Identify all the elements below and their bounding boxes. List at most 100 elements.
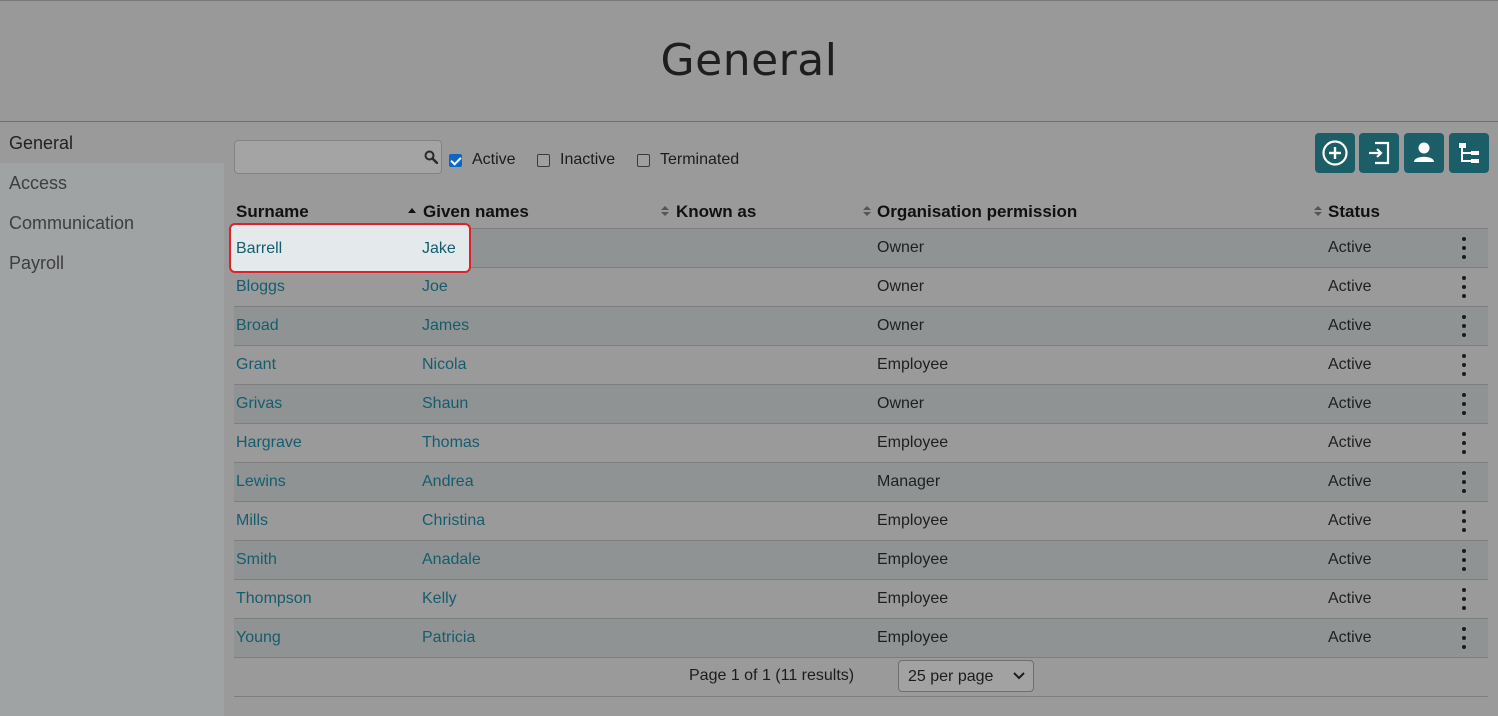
surname-cell[interactable]: Broad — [236, 317, 279, 335]
status-cell: Active — [1328, 278, 1372, 295]
sort-icon[interactable] — [863, 206, 871, 216]
status-cell: Active — [1328, 356, 1372, 373]
org-chart-button[interactable] — [1449, 133, 1489, 173]
import-icon — [1369, 141, 1390, 165]
highlighted-surname[interactable]: Barrell — [236, 240, 282, 258]
status-cell: Active — [1328, 629, 1372, 646]
permission-cell: Employee — [877, 356, 949, 373]
inactive-checkbox[interactable] — [537, 153, 550, 167]
permission-cell: Employee — [877, 551, 949, 568]
sidebar-item-communication[interactable]: Communication — [0, 203, 224, 243]
surname-cell[interactable]: Smith — [236, 551, 277, 569]
more-options-icon[interactable] — [1456, 354, 1472, 376]
sort-asc-icon[interactable] — [408, 207, 416, 217]
table-header: Surname Given names Known as Organisatio… — [234, 195, 1488, 229]
kebab-dot — [1462, 285, 1466, 289]
surname-cell[interactable]: Bloggs — [236, 278, 285, 296]
table-row[interactable]: Grivas Shaun Owner Active — [234, 385, 1488, 424]
table-row[interactable]: Grant Nicola Employee Active — [234, 346, 1488, 385]
more-options-icon[interactable] — [1456, 393, 1472, 415]
search-icon[interactable] — [424, 150, 438, 164]
surname-cell[interactable]: Thompson — [236, 590, 312, 608]
surname-cell[interactable]: Young — [236, 629, 281, 647]
status-cell: Active — [1328, 434, 1372, 451]
table-row[interactable]: Hargrave Thomas Employee Active — [234, 424, 1488, 463]
surname-cell[interactable]: Grant — [236, 356, 276, 374]
person-button[interactable] — [1404, 133, 1444, 173]
more-options-icon[interactable] — [1456, 237, 1472, 259]
table-row[interactable]: Mills Christina Employee Active — [234, 502, 1488, 541]
table-row[interactable]: Broad James Owner Active — [234, 307, 1488, 346]
col-known-as[interactable]: Known as — [676, 202, 756, 222]
kebab-dot — [1462, 441, 1466, 445]
status-cell: Active — [1328, 317, 1372, 334]
surname-cell[interactable]: Grivas — [236, 395, 282, 413]
kebab-dot — [1462, 528, 1466, 532]
col-status[interactable]: Status — [1328, 202, 1380, 222]
kebab-dot — [1462, 471, 1466, 475]
filter-terminated[interactable]: Terminated — [637, 151, 739, 169]
kebab-dot — [1462, 606, 1466, 610]
permission-cell: Owner — [877, 317, 925, 334]
kebab-dot — [1462, 333, 1466, 337]
more-options-icon[interactable] — [1456, 627, 1472, 649]
table-row[interactable]: Young Patricia Employee Active — [234, 619, 1488, 658]
given-names-cell[interactable]: Andrea — [422, 473, 474, 491]
kebab-dot — [1462, 450, 1466, 454]
given-names-cell[interactable]: Patricia — [422, 629, 475, 647]
kebab-dot — [1462, 246, 1466, 250]
active-checkbox[interactable] — [449, 153, 462, 167]
given-names-cell[interactable]: Christina — [422, 512, 485, 530]
more-options-icon[interactable] — [1456, 315, 1472, 337]
surname-cell[interactable]: Mills — [236, 512, 268, 530]
terminated-checkbox[interactable] — [637, 153, 650, 167]
status-cell: Active — [1328, 395, 1372, 412]
more-options-icon[interactable] — [1456, 432, 1472, 454]
highlighted-given-name[interactable]: Jake — [422, 240, 456, 258]
highlighted-row[interactable]: Barrell Jake — [233, 231, 467, 267]
permission-cell: Owner — [877, 395, 925, 412]
given-names-cell[interactable]: James — [422, 317, 469, 335]
kebab-dot — [1462, 645, 1466, 649]
more-options-icon[interactable] — [1456, 588, 1472, 610]
col-organisation-permission[interactable]: Organisation permission — [877, 202, 1077, 222]
more-options-icon[interactable] — [1456, 471, 1472, 493]
per-page-select[interactable]: 25 per page — [898, 660, 1034, 692]
col-surname[interactable]: Surname — [236, 202, 309, 222]
permission-cell: Employee — [877, 512, 949, 529]
kebab-dot — [1462, 567, 1466, 571]
kebab-dot — [1462, 315, 1466, 319]
table-row[interactable]: Smith Anadale Employee Active — [234, 541, 1488, 580]
sidebar-item-access[interactable]: Access — [0, 163, 224, 203]
add-employee-button[interactable] — [1315, 133, 1355, 173]
more-options-icon[interactable] — [1456, 276, 1472, 298]
kebab-dot — [1462, 519, 1466, 523]
filter-terminated-label: Terminated — [660, 151, 740, 168]
surname-cell[interactable]: Lewins — [236, 473, 286, 491]
kebab-dot — [1462, 363, 1466, 367]
table-row[interactable]: Bloggs Joe Owner Active — [234, 268, 1488, 307]
import-button[interactable] — [1359, 133, 1399, 173]
sort-icon[interactable] — [661, 206, 669, 216]
filter-active[interactable]: Active — [449, 151, 516, 169]
given-names-cell[interactable]: Kelly — [422, 590, 457, 608]
pagination: Page 1 of 1 (11 results) 25 per page — [234, 656, 1488, 697]
sidebar-item-general[interactable]: General — [0, 123, 224, 163]
given-names-cell[interactable]: Anadale — [422, 551, 481, 569]
more-options-icon[interactable] — [1456, 510, 1472, 532]
status-cell: Active — [1328, 473, 1372, 490]
surname-cell[interactable]: Hargrave — [236, 434, 302, 452]
sort-icon[interactable] — [1314, 206, 1322, 216]
table-row[interactable]: Thompson Kelly Employee Active — [234, 580, 1488, 619]
search-input[interactable] — [234, 140, 442, 174]
col-given-names[interactable]: Given names — [423, 202, 529, 222]
given-names-cell[interactable]: Shaun — [422, 395, 468, 413]
more-options-icon[interactable] — [1456, 549, 1472, 571]
given-names-cell[interactable]: Joe — [422, 278, 448, 296]
filter-inactive[interactable]: Inactive — [537, 151, 615, 169]
given-names-cell[interactable]: Nicola — [422, 356, 466, 374]
pagination-summary: Page 1 of 1 (11 results) — [689, 667, 855, 684]
given-names-cell[interactable]: Thomas — [422, 434, 480, 452]
table-row[interactable]: Lewins Andrea Manager Active — [234, 463, 1488, 502]
sidebar-item-payroll[interactable]: Payroll — [0, 243, 224, 283]
